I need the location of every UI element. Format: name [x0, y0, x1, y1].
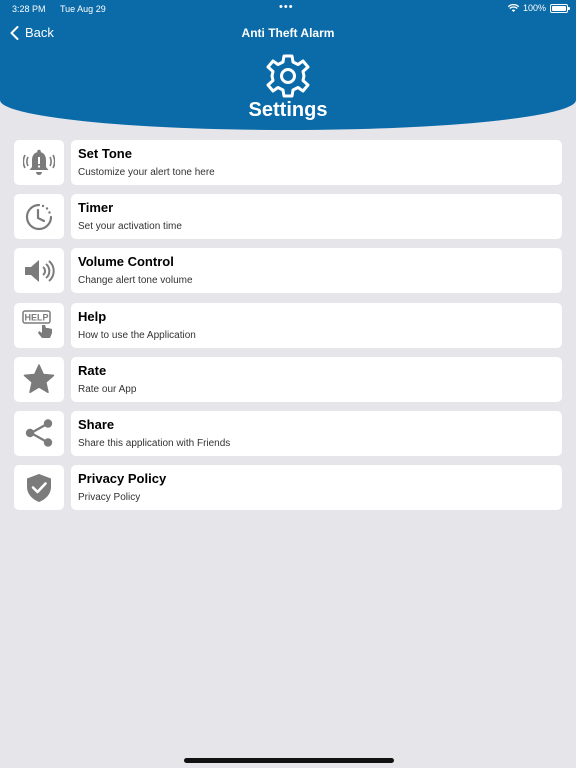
app-title: Anti Theft Alarm: [241, 26, 335, 40]
timer-icon: [25, 203, 53, 230]
settings-item-icon-box: [14, 356, 64, 402]
settings-item-icon-box: HELP: [14, 302, 64, 348]
settings-item-icon-box: [14, 248, 64, 294]
home-indicator[interactable]: [184, 758, 394, 763]
settings-item-icon-box: [14, 140, 64, 185]
settings-item-card[interactable]: Privacy Policy Privacy Policy: [71, 465, 562, 511]
settings-item-title: Set Tone: [78, 146, 132, 161]
speaker-volume-icon: [25, 259, 55, 282]
settings-header: 3:28 PM Tue Aug 29 ••• 100% Back Anti Th…: [0, 0, 576, 130]
gear-icon: [266, 54, 310, 98]
page-title: Settings: [248, 99, 328, 121]
settings-item-icon-box: [14, 465, 64, 511]
status-date: Tue Aug 29: [60, 4, 106, 14]
settings-item-privacy-policy[interactable]: Privacy Policy Privacy Policy: [14, 465, 562, 511]
settings-item-subtitle: Set your activation time: [78, 221, 182, 233]
settings-item-title: Share: [78, 416, 115, 432]
settings-item-title: Help: [78, 308, 107, 324]
settings-item-subtitle: How to use the Application: [78, 329, 196, 341]
star-icon: [23, 364, 55, 394]
settings-item-card[interactable]: Share Share this application with Friend…: [71, 410, 562, 456]
settings-item-help[interactable]: HELP Help How to use the Application: [14, 302, 562, 348]
settings-item-card[interactable]: Volume Control Change alert tone volume: [71, 248, 562, 294]
settings-item-card[interactable]: Rate Rate our App: [71, 356, 562, 402]
settings-item-set-tone[interactable]: Set Tone Customize your alert tone here: [14, 140, 562, 185]
settings-item-title: Timer: [78, 200, 114, 216]
settings-item-card[interactable]: Timer Set your activation time: [71, 194, 562, 240]
settings-item-subtitle: Customize your alert tone here: [78, 167, 215, 178]
settings-item-icon-box: [14, 194, 64, 240]
settings-item-icon-box: [14, 410, 64, 456]
wifi-icon: [507, 3, 519, 12]
settings-item-share[interactable]: Share Share this application with Friend…: [14, 410, 562, 456]
status-time: 3:28 PM: [12, 4, 46, 14]
help-icon: HELP: [22, 310, 52, 339]
status-bar: 3:28 PM Tue Aug 29 ••• 100%: [0, 0, 576, 18]
shield-check-icon: [27, 473, 51, 502]
settings-item-subtitle: Change alert tone volume: [78, 275, 193, 287]
battery-percent: 100%: [522, 3, 546, 13]
status-right: 100%: [507, 3, 570, 13]
settings-list: Set Tone Customize your alert tone here …: [14, 140, 562, 519]
settings-item-subtitle: Rate our App: [78, 383, 137, 395]
bell-alert-icon: [23, 149, 55, 175]
settings-item-rate[interactable]: Rate Rate our App: [14, 356, 562, 402]
settings-item-subtitle: Share this application with Friends: [78, 437, 231, 449]
multitasking-dots[interactable]: •••: [279, 1, 294, 13]
settings-item-timer[interactable]: Timer Set your activation time: [14, 194, 562, 240]
settings-item-title: Volume Control: [78, 254, 174, 270]
settings-item-subtitle: Privacy Policy: [78, 492, 141, 504]
settings-item-title: Privacy Policy: [78, 471, 167, 487]
settings-item-card[interactable]: Set Tone Customize your alert tone here: [71, 140, 562, 185]
share-icon: [25, 419, 53, 448]
settings-item-title: Rate: [78, 362, 107, 378]
settings-item-card[interactable]: Help How to use the Application: [71, 302, 562, 348]
help-icon-text: HELP: [24, 313, 48, 323]
settings-item-volume-control[interactable]: Volume Control Change alert tone volume: [14, 248, 562, 294]
battery-icon: [550, 3, 570, 13]
